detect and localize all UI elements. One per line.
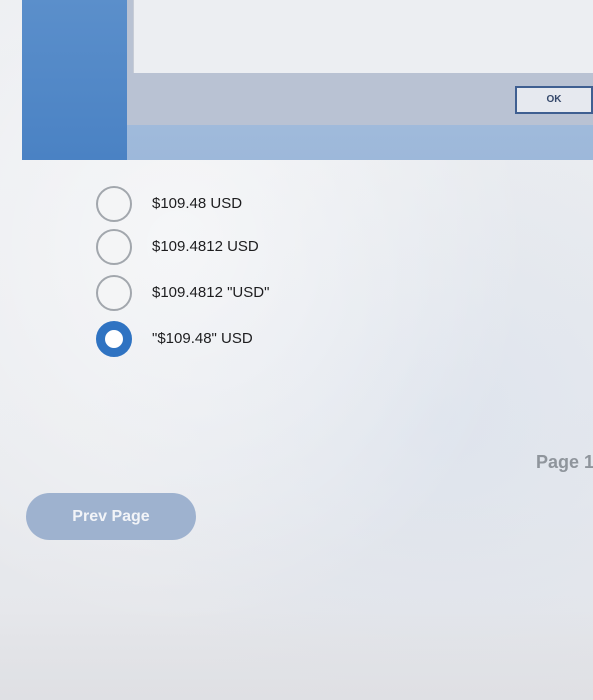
answer-option-1[interactable]: $109.48 USD [96,186,396,226]
prev-page-button[interactable]: Prev Page [26,493,196,540]
radio-button[interactable] [96,186,132,222]
page-indicator: Page 1 [536,452,593,472]
radio-button[interactable] [96,229,132,265]
option-label: "$109.48" USD [152,330,253,347]
ok-button[interactable]: OK [515,86,593,114]
option-label: $109.4812 USD [152,238,259,255]
radio-button[interactable] [96,275,132,311]
top-panel-left-strip [22,0,127,160]
answer-option-3[interactable]: $109.4812 "USD" [96,275,396,315]
radio-button-selected[interactable] [96,321,132,357]
option-label: $109.48 USD [152,195,243,212]
answer-option-4[interactable]: "$109.48" USD [96,321,396,361]
bottom-band [0,610,593,700]
dialog-body [133,0,593,73]
option-label: $109.4812 "USD" [152,284,270,301]
answer-option-2[interactable]: $109.4812 USD [96,229,396,269]
